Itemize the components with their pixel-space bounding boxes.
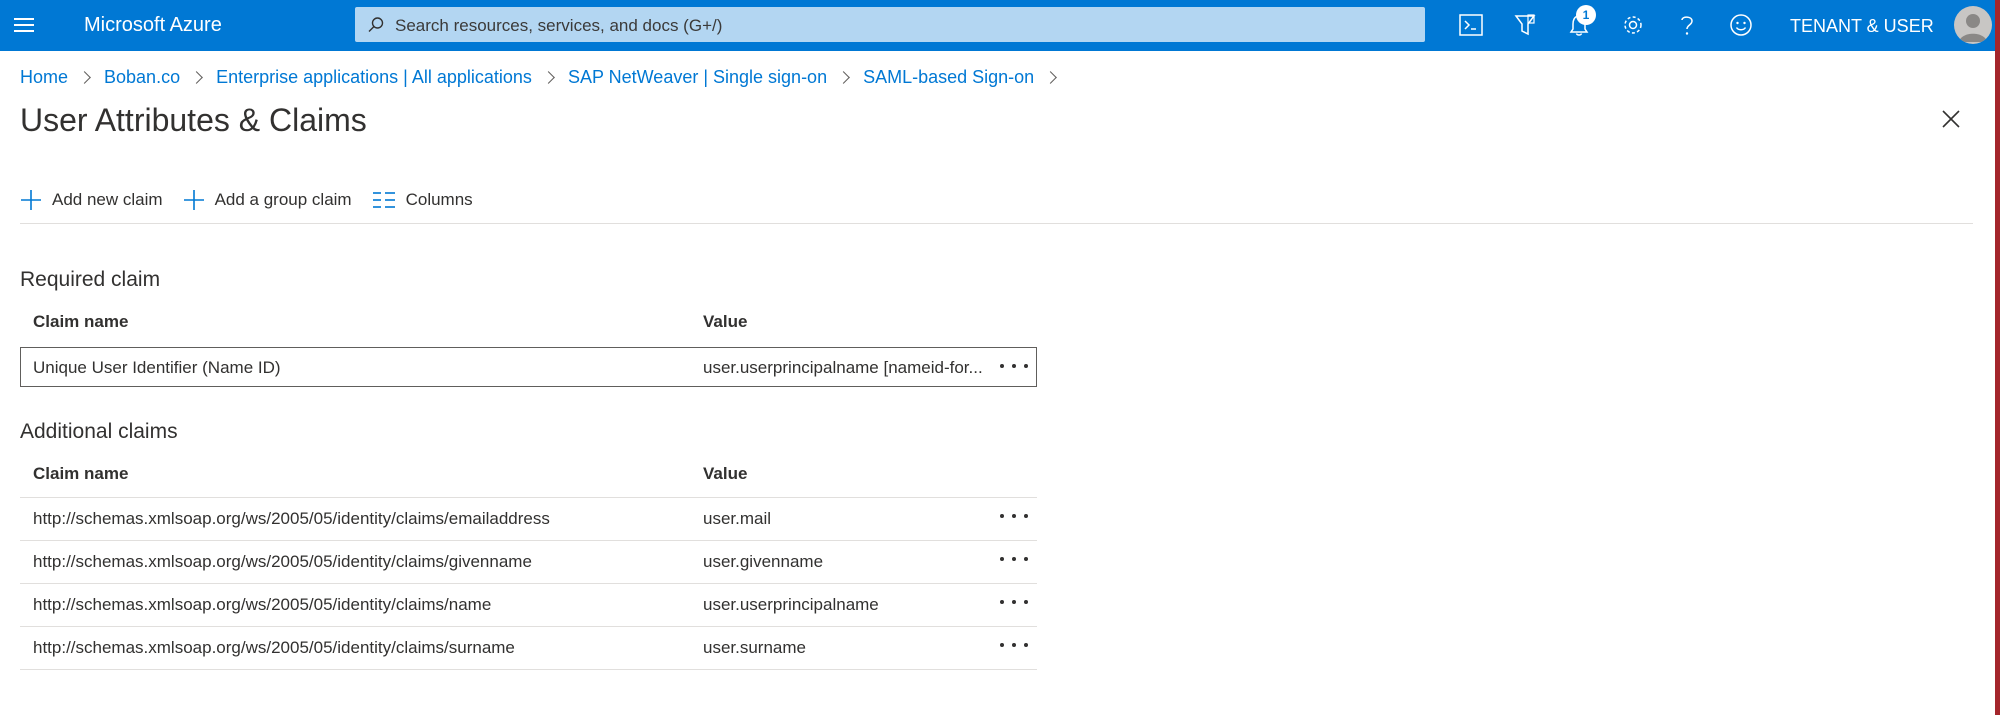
account-name[interactable]: TENANT & USER [1790, 15, 1934, 37]
window-edge [1995, 0, 2000, 715]
command-bar: Add new claim Add a group claim Columns [20, 186, 493, 214]
chevron-right-icon [78, 70, 91, 84]
breadcrumb-saml-signon[interactable]: SAML-based Sign-on [863, 67, 1034, 88]
global-search[interactable] [355, 7, 1425, 44]
search-icon [367, 16, 385, 34]
add-group-claim-label: Add a group claim [214, 190, 352, 209]
additional-claims-heading: Additional claims [20, 420, 178, 443]
table-row[interactable]: http://schemas.xmlsoap.org/ws/2005/05/id… [20, 584, 1037, 627]
help-icon[interactable] [1672, 10, 1702, 40]
cloud-shell-icon[interactable] [1456, 10, 1486, 40]
plus-icon [21, 190, 41, 210]
additional-col-claim-name: Claim name [33, 464, 129, 483]
chevron-right-icon [190, 70, 203, 84]
more-options-icon[interactable] [1000, 356, 1028, 376]
claim-value: user.mail [703, 509, 772, 528]
toolbar-divider [20, 223, 1973, 224]
table-row[interactable]: http://schemas.xmlsoap.org/ws/2005/05/id… [20, 627, 1037, 670]
plus-icon [183, 190, 204, 210]
brand-title[interactable]: Microsoft Azure [84, 13, 222, 37]
breadcrumb-app-sso[interactable]: SAP NetWeaver | Single sign-on [568, 67, 827, 88]
breadcrumb-tenant[interactable]: Boban.co [104, 67, 180, 88]
page-title: User Attributes & Claims [20, 102, 367, 138]
menu-icon[interactable] [14, 15, 36, 35]
claim-name: http://schemas.xmlsoap.org/ws/2005/05/id… [33, 595, 492, 614]
table-row[interactable]: http://schemas.xmlsoap.org/ws/2005/05/id… [20, 541, 1037, 584]
close-icon[interactable] [1940, 108, 1962, 130]
required-claim-heading: Required claim [20, 268, 161, 291]
claim-value: user.userprincipalname [nameid-for... [703, 358, 983, 377]
avatar-icon[interactable] [1954, 6, 1992, 44]
columns-icon [372, 192, 395, 208]
breadcrumb: Home Boban.co Enterprise applications | … [20, 64, 1070, 90]
chevron-right-icon [837, 70, 850, 84]
columns-label: Columns [405, 190, 473, 209]
required-claim-table: Unique User Identifier (Name ID) user.us… [20, 347, 1037, 387]
notification-count-badge: 1 [1576, 5, 1596, 25]
claim-name: http://schemas.xmlsoap.org/ws/2005/05/id… [33, 552, 532, 571]
feedback-icon[interactable] [1726, 10, 1756, 40]
claim-value: user.surname [703, 638, 806, 657]
table-row[interactable]: http://schemas.xmlsoap.org/ws/2005/05/id… [20, 498, 1037, 541]
breadcrumb-home[interactable]: Home [20, 67, 68, 88]
more-options-icon[interactable] [1000, 592, 1028, 612]
add-new-claim-button[interactable]: Add new claim [20, 189, 163, 211]
additional-claims-table: http://schemas.xmlsoap.org/ws/2005/05/id… [20, 498, 1037, 670]
more-options-icon[interactable] [1000, 506, 1028, 526]
columns-button[interactable]: Columns [372, 190, 473, 210]
chevron-right-icon [542, 70, 555, 84]
table-row[interactable]: Unique User Identifier (Name ID) user.us… [20, 347, 1037, 387]
claim-name: Unique User Identifier (Name ID) [33, 358, 281, 377]
claim-value: user.givenname [703, 552, 824, 571]
more-options-icon[interactable] [1000, 549, 1028, 569]
directory-filter-icon[interactable] [1510, 10, 1540, 40]
top-bar: Microsoft Azure 1 TENANT & USER [0, 0, 2000, 51]
claim-value: user.userprincipalname [703, 595, 879, 614]
additional-col-value: Value [703, 464, 748, 483]
claim-name: http://schemas.xmlsoap.org/ws/2005/05/id… [33, 509, 550, 528]
breadcrumb-enterprise-apps[interactable]: Enterprise applications | All applicatio… [216, 67, 532, 88]
required-col-value: Value [703, 312, 748, 331]
required-col-claim-name: Claim name [33, 312, 129, 331]
more-options-icon[interactable] [1000, 635, 1028, 655]
settings-icon[interactable] [1618, 10, 1648, 40]
claim-name: http://schemas.xmlsoap.org/ws/2005/05/id… [33, 638, 515, 657]
chevron-right-icon [1044, 70, 1058, 84]
add-new-claim-label: Add new claim [52, 190, 163, 209]
add-group-claim-button[interactable]: Add a group claim [183, 189, 352, 211]
search-input[interactable] [393, 7, 1417, 44]
